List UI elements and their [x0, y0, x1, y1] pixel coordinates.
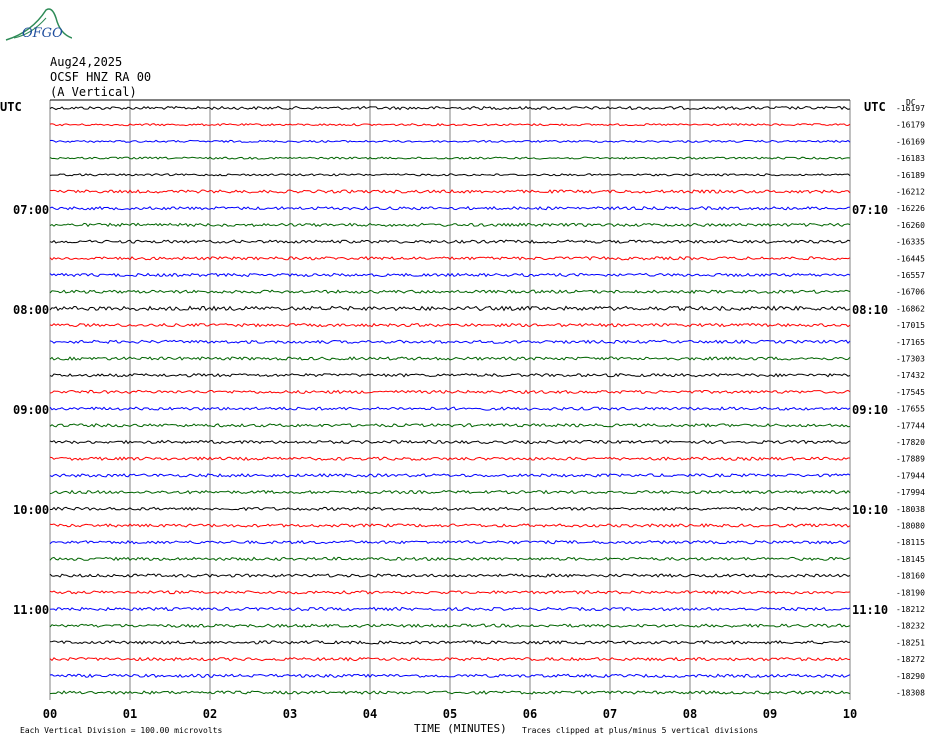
- x-tick-label: 02: [203, 707, 217, 721]
- dc-offset-label: -17994: [896, 488, 925, 497]
- x-tick-label: 01: [123, 707, 137, 721]
- left-axis-title: UTC: [0, 100, 22, 114]
- dc-offset-label: -17015: [896, 321, 925, 330]
- dc-offset-label: -16179: [896, 121, 925, 130]
- header-component: (A Vertical): [50, 85, 137, 99]
- x-tick-label: 04: [363, 707, 377, 721]
- dc-offset-label: -16445: [896, 254, 925, 263]
- right-time-label: 10:10: [852, 503, 889, 517]
- right-time-label: 07:10: [852, 203, 889, 217]
- x-tick-label: 03: [283, 707, 297, 721]
- header-date: Aug24,2025: [50, 55, 123, 69]
- logo: OFGO: [2, 4, 73, 44]
- dc-tag: DC: [906, 98, 916, 107]
- x-tick-label: 07: [603, 707, 617, 721]
- dc-offset-label: -18145: [896, 555, 925, 564]
- dc-offset-label: -16169: [896, 137, 925, 146]
- right-time-label: 11:10: [852, 603, 889, 617]
- logo-text: OFGO: [22, 26, 63, 41]
- dc-offset-label: -16557: [896, 271, 925, 280]
- dc-offset-label: -18038: [896, 505, 925, 514]
- dc-offset-label: -17820: [896, 438, 925, 447]
- left-time-label: 11:00: [13, 603, 50, 617]
- dc-offset-label: -17889: [896, 455, 925, 464]
- x-tick-label: 10: [843, 707, 857, 721]
- seismogram-plot: 00 01 02 03 04 05 06 07 08 09 10 -16197-16179-1616…: [43, 99, 925, 721]
- left-time-label: 07:00: [13, 203, 50, 217]
- x-tick-label: 06: [523, 707, 537, 721]
- dc-offset-label: -16183: [896, 154, 925, 163]
- dc-offset-labels: -16197-16179-16169-16183-16189-16212-162…: [896, 104, 925, 698]
- dc-offset-label: -16862: [896, 304, 925, 313]
- dc-offset-label: -18272: [896, 655, 925, 664]
- dc-offset-label: -18190: [896, 588, 925, 597]
- x-tick-label: 09: [763, 707, 777, 721]
- dc-offset-label: -16706: [896, 288, 925, 297]
- dc-offset-label: -16212: [896, 188, 925, 197]
- dc-offset-label: -17655: [896, 405, 925, 414]
- scale-note: Each Vertical Division = 100.00 microvol…: [20, 726, 223, 735]
- dc-offset-label: -17944: [896, 471, 925, 480]
- right-time-label: 08:10: [852, 303, 889, 317]
- left-time-label: 08:00: [13, 303, 50, 317]
- x-tick-label: 05: [443, 707, 457, 721]
- x-tick-label: 00: [43, 707, 57, 721]
- dc-offset-label: -17545: [896, 388, 925, 397]
- dc-offset-label: -17432: [896, 371, 925, 380]
- dc-offset-label: -18232: [896, 622, 925, 631]
- left-time-label: 09:00: [13, 403, 50, 417]
- dc-offset-label: -18290: [896, 672, 925, 681]
- x-tick-labels: 00 01 02 03 04 05 06 07 08 09 10: [43, 707, 857, 721]
- dc-offset-label: -18080: [896, 522, 925, 531]
- dc-offset-label: -18212: [896, 605, 925, 614]
- dc-offset-label: -18115: [896, 538, 925, 547]
- right-time-label: 09:10: [852, 403, 889, 417]
- x-axis-title: TIME (MINUTES): [414, 722, 507, 735]
- right-axis-title: UTC: [864, 100, 886, 114]
- clip-note: Traces clipped at plus/minus 5 vertical …: [522, 726, 759, 735]
- dc-offset-label: -18308: [896, 689, 925, 698]
- x-tick-label: 08: [683, 707, 697, 721]
- dc-offset-label: -17165: [896, 338, 925, 347]
- dc-offset-label: -16260: [896, 221, 925, 230]
- dc-offset-label: -16226: [896, 204, 925, 213]
- header-station: OCSF HNZ RA 00: [50, 70, 152, 84]
- dc-offset-label: -18160: [896, 572, 925, 581]
- dc-offset-label: -17303: [896, 355, 925, 364]
- dc-offset-label: -16335: [896, 238, 925, 247]
- dc-offset-label: -18251: [896, 638, 925, 647]
- dc-offset-label: -17744: [896, 421, 925, 430]
- left-time-label: 10:00: [13, 503, 50, 517]
- dc-offset-label: -16189: [896, 171, 925, 180]
